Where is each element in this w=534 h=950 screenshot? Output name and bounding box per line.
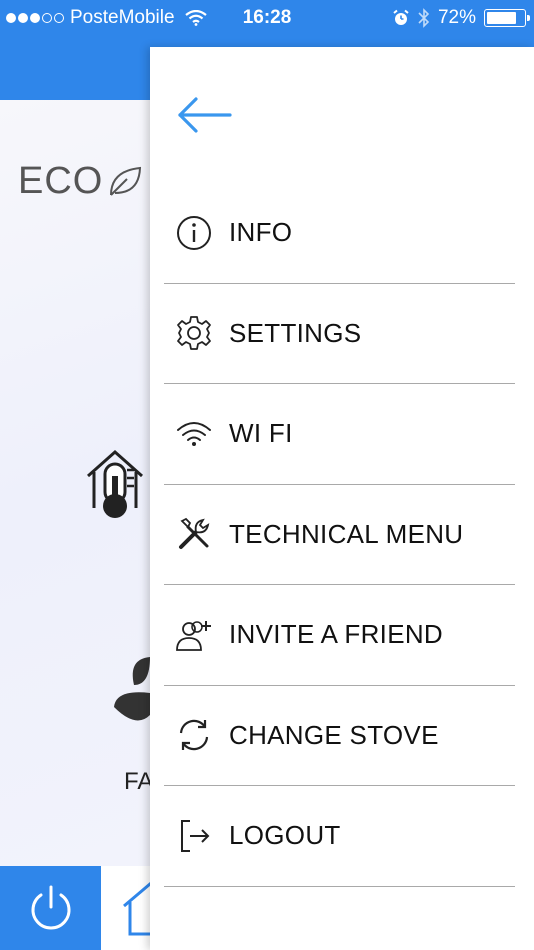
menu-item-label: INVITE A FRIEND: [229, 619, 443, 650]
alarm-icon: [393, 9, 409, 25]
eco-mode-indicator: ECO: [18, 160, 143, 203]
leaf-icon: [110, 166, 142, 196]
side-drawer: INFO SETTINGS WI FI TECHNICAL MENU INVIT…: [150, 47, 534, 950]
refresh-icon: [174, 715, 214, 755]
wifi-icon: [174, 414, 214, 454]
menu-item-label: SETTINGS: [229, 317, 362, 348]
menu-item-settings[interactable]: SETTINGS: [164, 284, 515, 384]
menu-item-technical-menu[interactable]: TECHNICAL MENU: [164, 485, 515, 585]
add-friend-icon: [174, 615, 214, 655]
room-temperature-icon: [84, 448, 146, 525]
power-icon: [31, 885, 70, 930]
battery-percent: 72%: [437, 7, 476, 28]
back-arrow-icon: [178, 97, 232, 133]
drawer-menu: INFO SETTINGS WI FI TECHNICAL MENU INVIT…: [164, 183, 515, 887]
gear-icon: [174, 313, 214, 353]
info-icon: [174, 213, 214, 253]
back-button[interactable]: [176, 95, 236, 135]
status-bar: PosteMobile 16:28 72%: [0, 0, 534, 36]
menu-item-label: CHANGE STOVE: [229, 719, 439, 750]
tools-icon: [174, 514, 214, 554]
fan-icon: [110, 655, 152, 730]
status-right: 72%: [392, 7, 530, 29]
menu-item-change-stove[interactable]: CHANGE STOVE: [164, 686, 515, 786]
menu-item-label: INFO: [229, 217, 293, 248]
logout-icon: [174, 816, 214, 856]
menu-item-label: WI FI: [229, 418, 293, 449]
fan-label: FA: [124, 768, 154, 795]
bluetooth-icon: [418, 8, 430, 28]
power-button[interactable]: [0, 866, 101, 950]
battery-icon: [484, 9, 530, 27]
menu-item-invite-friend[interactable]: INVITE A FRIEND: [164, 585, 515, 686]
eco-label: ECO: [18, 160, 104, 202]
menu-item-wifi[interactable]: WI FI: [164, 384, 515, 485]
menu-item-info[interactable]: INFO: [164, 183, 515, 284]
menu-item-logout[interactable]: LOGOUT: [164, 786, 515, 887]
menu-item-label: LOGOUT: [229, 820, 341, 851]
menu-item-label: TECHNICAL MENU: [229, 518, 464, 549]
